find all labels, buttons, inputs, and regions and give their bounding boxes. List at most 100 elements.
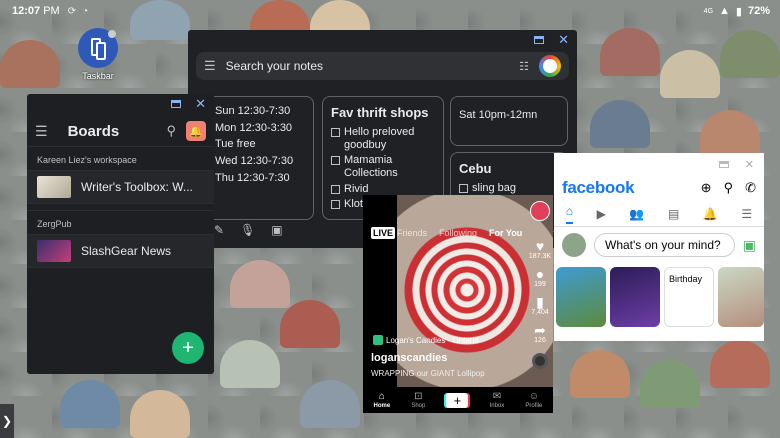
comment-icon[interactable]: ● <box>536 267 544 281</box>
status-time: 12:07 PM <box>12 5 60 17</box>
checklist-item[interactable]: Rivid <box>331 183 435 196</box>
mic-icon[interactable]: 🎙 <box>240 223 255 237</box>
note-line: Tue free <box>215 138 256 151</box>
add-board-button[interactable]: + <box>172 332 204 364</box>
close-icon[interactable]: ✕ <box>195 96 206 112</box>
wallpaper-tile <box>570 350 630 398</box>
story-card[interactable] <box>718 267 764 328</box>
wallpaper-tile <box>720 30 780 78</box>
facebook-tabs: ⌂ ▶ 👥 ▤ 🔔 ☰ <box>554 201 764 227</box>
birthday-card[interactable]: Birthday <box>664 267 714 328</box>
checkbox[interactable] <box>331 184 340 194</box>
creator-avatar[interactable] <box>530 201 550 221</box>
nav-inbox[interactable]: ✉ Inbox <box>490 391 505 409</box>
note-card[interactable]: Sun 12:30-7:30 Mon 12:30-3:30 Tue free W… <box>206 96 314 220</box>
video-icon[interactable]: ▶ <box>597 207 606 221</box>
note-line: Sun 12:30-7:30 <box>215 105 291 117</box>
tab-following[interactable]: Following <box>439 228 477 238</box>
search-icon[interactable]: ⚲ <box>724 180 734 196</box>
marketplace-icon[interactable]: ▤ <box>668 207 679 221</box>
checklist-item[interactable]: sling bag <box>459 182 559 195</box>
shop-icon <box>373 335 383 345</box>
tab-friends[interactable]: Friends <box>397 228 427 238</box>
sync-icon: ⟳ <box>67 5 77 17</box>
action-rail: ♥ 187.3K ● 199 ▮ 7,404 ➦ 126 <box>527 201 553 369</box>
save-count: 7,404 <box>531 309 549 316</box>
profile-icon: ☺ <box>528 391 539 402</box>
nav-profile[interactable]: ☺ Profile <box>525 391 542 409</box>
close-icon[interactable]: ✕ <box>558 32 569 48</box>
bookmark-icon[interactable]: ▮ <box>536 295 544 309</box>
image-icon[interactable]: ▣ <box>271 223 282 237</box>
search-icon[interactable]: ⚲ <box>166 123 176 139</box>
composer: What's on your mind? ▣ <box>554 227 764 263</box>
maximize-icon[interactable] <box>171 100 182 108</box>
status-input[interactable]: What's on your mind? <box>594 233 735 258</box>
stories-row: Birthday <box>554 263 764 328</box>
wallpaper-tile <box>600 28 660 76</box>
status-bar: 12:07 PM ⟳ ◔ 4G ▲ ▮ 72% <box>0 0 780 22</box>
board-item[interactable]: Writer's Toolbox: W... <box>27 170 214 204</box>
story-card[interactable] <box>610 267 660 328</box>
checklist-item[interactable]: Mamamia Collections <box>331 154 435 179</box>
shop-bag-icon: ⊡ <box>414 391 423 402</box>
wallpaper-tile <box>230 260 290 308</box>
board-item[interactable]: SlashGear News <box>27 234 214 268</box>
live-icon[interactable]: LIVE <box>371 227 396 239</box>
menu-icon[interactable]: ☰ <box>35 123 48 140</box>
avatar[interactable] <box>562 233 586 258</box>
story-card[interactable] <box>556 267 606 328</box>
maximize-icon[interactable] <box>534 36 545 44</box>
share-icon[interactable]: ➦ <box>534 323 546 337</box>
boards-window-controls: ✕ <box>27 94 214 114</box>
account-avatar[interactable] <box>539 55 561 77</box>
menu-icon[interactable]: ☰ <box>741 207 752 221</box>
nav-home[interactable]: ⌂ Home <box>374 391 391 409</box>
menu-icon[interactable]: ☰ <box>204 58 216 74</box>
checkbox[interactable] <box>331 200 340 210</box>
share-count: 126 <box>534 337 546 344</box>
nav-shop[interactable]: ⊡ Shop <box>411 391 425 409</box>
video-caption: WRAPPING our GIANT Lollipop <box>371 369 485 378</box>
bell-icon[interactable]: 🔔 <box>186 121 206 141</box>
plus-icon[interactable]: ⊕ <box>701 180 712 196</box>
taskbar-app-shortcut[interactable]: Taskbar <box>76 28 120 81</box>
shop-tag[interactable]: Logan's Candies · Ontario <box>373 335 479 345</box>
taskbar-app-label: Taskbar <box>82 71 114 81</box>
list-view-icon[interactable]: ☷ <box>519 60 529 73</box>
brush-icon[interactable]: ✎ <box>214 223 224 237</box>
boards-window: ✕ ☰ Boards ⚲ 🔔 Kareen Liez's workspace W… <box>27 94 214 374</box>
home-icon[interactable]: ⌂ <box>565 204 574 224</box>
checklist-item[interactable]: Hello preloved goodbuy <box>331 126 435 151</box>
create-button[interactable]: + <box>446 392 469 408</box>
creator-username[interactable]: loganscandies <box>371 352 447 364</box>
photo-icon[interactable]: ▣ <box>743 237 756 254</box>
friends-icon[interactable]: 👥 <box>629 207 644 221</box>
like-count: 187.3K <box>528 253 552 260</box>
note-card[interactable]: Sat 10pm-12mn <box>450 96 568 146</box>
board-name: Writer's Toolbox: W... <box>81 180 193 194</box>
facebook-window: ✕ facebook ⊕ ⚲ ✆ ⌂ ▶ 👥 ▤ 🔔 ☰ What's on y… <box>554 153 764 341</box>
bell-icon[interactable]: 🔔 <box>703 207 718 221</box>
close-icon[interactable]: ✕ <box>745 158 754 171</box>
heart-icon[interactable]: ♥ <box>536 239 544 253</box>
messenger-icon[interactable]: ✆ <box>745 180 756 196</box>
note-title: Fav thrift shops <box>331 105 429 120</box>
wallpaper-tile <box>0 40 60 88</box>
tab-for-you[interactable]: For You <box>489 228 522 238</box>
keep-search-input[interactable]: Search your notes <box>226 59 323 73</box>
wallpaper-tile <box>640 360 700 408</box>
wallpaper-tile <box>60 380 120 428</box>
battery-icon: ▮ <box>735 5 742 18</box>
checkbox[interactable] <box>331 128 340 137</box>
tiktok-window: LIVE Friends Following For You ♥ 187.3K … <box>363 195 553 413</box>
edge-panel-handle[interactable]: ❯ <box>0 404 14 438</box>
taskbar-icon <box>78 28 118 68</box>
checkbox[interactable] <box>331 156 340 166</box>
checkbox[interactable] <box>459 184 468 193</box>
wallpaper-tile <box>300 380 360 428</box>
sound-disc-icon[interactable] <box>532 353 548 369</box>
maximize-icon[interactable] <box>718 160 729 168</box>
keep-window-controls: ✕ <box>188 30 577 50</box>
keep-search-bar[interactable]: ☰ Search your notes ☷ <box>196 52 569 80</box>
